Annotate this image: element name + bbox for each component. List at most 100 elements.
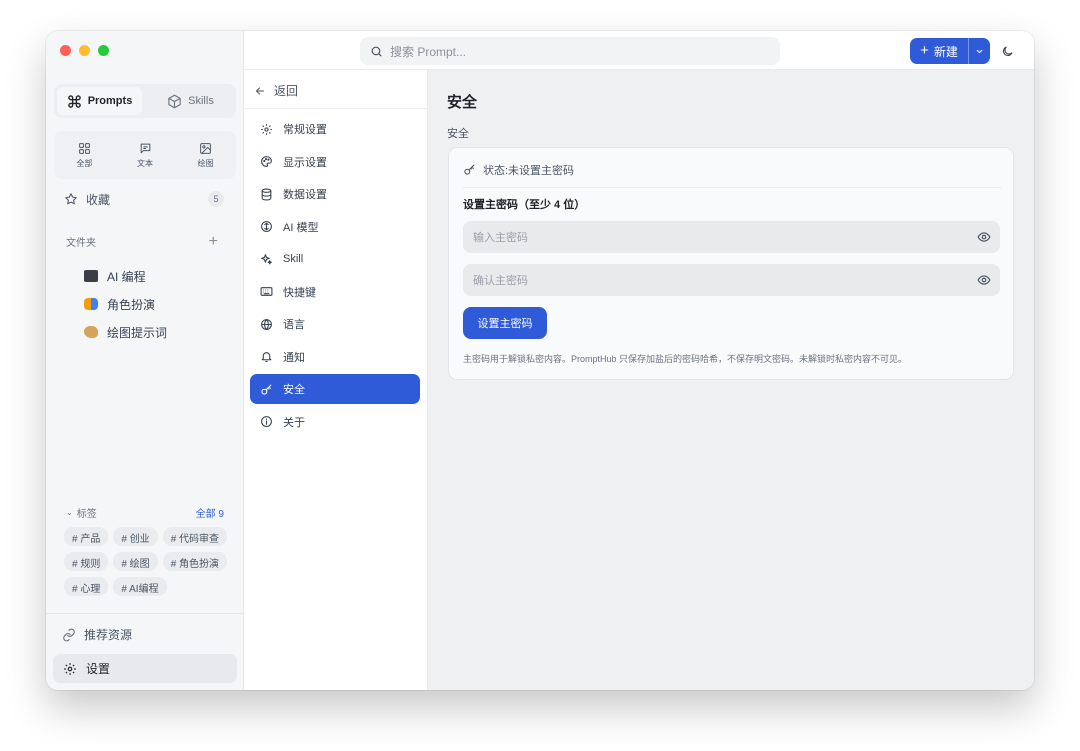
nav-item-label: AI 模型 [283, 221, 319, 234]
master-password-card: 状态:未设置主密码 设置主密码（至少 4 位） 输入主密码 确认主密码 设置主密… [448, 147, 1014, 380]
tag-list: # 产品 # 创业 # 代码审查 # 规则 # 绘图 # 角色扮演 # 心理 #… [64, 527, 234, 613]
nav-item-label: 关于 [283, 416, 305, 429]
search-input[interactable]: 搜索 Prompt... [360, 37, 780, 65]
close-window-button[interactable] [60, 45, 71, 56]
chevron-down-icon[interactable]: ⌄ [66, 508, 73, 517]
settings-nav-security[interactable]: 安全 [250, 374, 420, 404]
password-status-text: 状态:未设置主密码 [483, 164, 575, 177]
nav-item-label: 通知 [283, 351, 305, 364]
filter-image[interactable]: 绘图 [175, 131, 236, 179]
settings-nav-skill[interactable]: Skill [250, 244, 420, 274]
tag-chip[interactable]: # 代码审查 [162, 527, 228, 546]
favorites-label: 收藏 [86, 192, 111, 207]
tag-chip[interactable]: # AI编程 [113, 577, 167, 596]
tag-chip[interactable]: # 产品 [64, 527, 109, 546]
folder-item-drawing[interactable]: 绘图提示词 [84, 318, 234, 346]
image-icon [200, 142, 212, 154]
tag-chip[interactable]: # 绘图 [113, 552, 158, 571]
tag-chip[interactable]: # 创业 [113, 527, 158, 546]
tab-skills[interactable]: Skills [148, 87, 233, 115]
sidebar: Prompts Skills 全部 文本 绘图 收藏 5 文件夹 + AI 编程… [46, 31, 244, 690]
nav-item-label: 显示设置 [283, 156, 327, 169]
search-placeholder: 搜索 Prompt... [390, 44, 467, 59]
new-button[interactable]: + 新建 [910, 38, 990, 64]
filter-all-label: 全部 [76, 158, 93, 168]
page-title: 安全 [447, 94, 478, 111]
folder-item-label: AI 编程 [107, 269, 146, 284]
eye-icon[interactable] [977, 273, 991, 287]
settings-nav: 返回 常规设置 显示设置 数据设置 AI 模型 Skill 快捷键 语言 通知 … [244, 70, 428, 690]
settings-nav-display[interactable]: 显示设置 [250, 147, 420, 177]
favorites-item[interactable]: 收藏 5 [64, 189, 224, 209]
settings-nav-general[interactable]: 常规设置 [250, 114, 420, 144]
folders-header: 文件夹 + [66, 233, 218, 249]
grid-icon [78, 142, 90, 154]
password-status: 状态:未设置主密码 [463, 162, 1001, 188]
settings-nav-about[interactable]: 关于 [250, 407, 420, 437]
set-master-password-button[interactable]: 设置主密码 [463, 307, 547, 339]
tab-skills-label: Skills [188, 95, 214, 107]
arrow-left-icon [255, 87, 264, 94]
back-button[interactable]: 返回 [254, 82, 298, 99]
nav-divider [244, 108, 428, 109]
recommended-resources-link[interactable]: 推荐资源 [62, 626, 132, 643]
nav-item-label: 语言 [283, 319, 305, 331]
settings-nav-notifications[interactable]: 通知 [250, 342, 420, 372]
minimize-window-button[interactable] [79, 45, 90, 56]
new-button-label: 新建 [933, 44, 958, 59]
mask-icon [84, 298, 98, 310]
search-icon [371, 46, 382, 56]
settings-label: 设置 [86, 662, 111, 676]
nav-item-label: 安全 [283, 384, 305, 396]
top-bar: 搜索 Prompt... + 新建 [244, 31, 1034, 70]
key-icon [261, 384, 272, 395]
tag-chip[interactable]: # 规则 [64, 552, 109, 571]
settings-nav-shortcuts[interactable]: 快捷键 [250, 277, 420, 307]
app-window: Prompts Skills 全部 文本 绘图 收藏 5 文件夹 + AI 编程… [46, 31, 1034, 690]
palette-icon [84, 326, 98, 338]
settings-nav-language[interactable]: 语言 [250, 309, 420, 339]
folder-list: AI 编程 角色扮演 绘图提示词 [84, 262, 234, 346]
mode-switch: Prompts Skills [54, 84, 236, 118]
tab-prompts[interactable]: Prompts [57, 87, 142, 115]
sidebar-item-settings[interactable]: 设置 [53, 654, 237, 683]
settings-nav-data[interactable]: 数据设置 [250, 179, 420, 209]
sparkle-icon [261, 253, 272, 264]
folders-title: 文件夹 [66, 238, 96, 249]
tag-chip[interactable]: # 角色扮演 [162, 552, 228, 571]
tab-prompts-label: Prompts [87, 95, 133, 107]
folder-item-label: 角色扮演 [107, 297, 156, 312]
add-folder-icon[interactable]: + [209, 233, 218, 249]
maximize-window-button[interactable] [98, 45, 109, 56]
theme-toggle-button[interactable] [996, 40, 1018, 62]
sidebar-divider [46, 613, 244, 614]
plus-icon: + [920, 42, 929, 59]
confirm-password-input[interactable]: 确认主密码 [463, 264, 1000, 296]
tags-all-link[interactable]: 全部 9 [196, 505, 224, 520]
filter-all[interactable]: 全部 [54, 131, 115, 179]
keyboard-icon [260, 287, 273, 296]
eye-icon[interactable] [977, 230, 991, 244]
nav-item-label: Skill [283, 253, 304, 265]
folder-item-ai-coding[interactable]: AI 编程 [84, 262, 234, 290]
master-password-input[interactable]: 输入主密码 [463, 221, 1000, 253]
settings-nav-ai-model[interactable]: AI 模型 [250, 212, 420, 242]
section-label: 安全 [447, 128, 469, 140]
type-filter: 全部 文本 绘图 [54, 131, 236, 179]
star-icon [65, 193, 77, 205]
tag-chip[interactable]: # 心理 [64, 577, 109, 596]
favorites-count: 5 [208, 191, 224, 207]
palette-icon [261, 156, 272, 167]
command-icon [67, 94, 81, 108]
filter-text[interactable]: 文本 [115, 131, 176, 179]
filter-image-label: 绘图 [197, 158, 214, 168]
new-dropdown-button[interactable] [968, 38, 990, 64]
nav-item-label: 快捷键 [283, 286, 316, 299]
new-main-button[interactable]: + 新建 [910, 38, 968, 64]
globe-icon [261, 318, 272, 330]
folder-item-roleplay[interactable]: 角色扮演 [84, 290, 234, 318]
chevron-down-icon [976, 49, 983, 53]
message-icon [140, 143, 150, 153]
nav-item-label: 常规设置 [283, 124, 327, 136]
set-password-label: 设置主密码（至少 4 位） [463, 199, 586, 211]
